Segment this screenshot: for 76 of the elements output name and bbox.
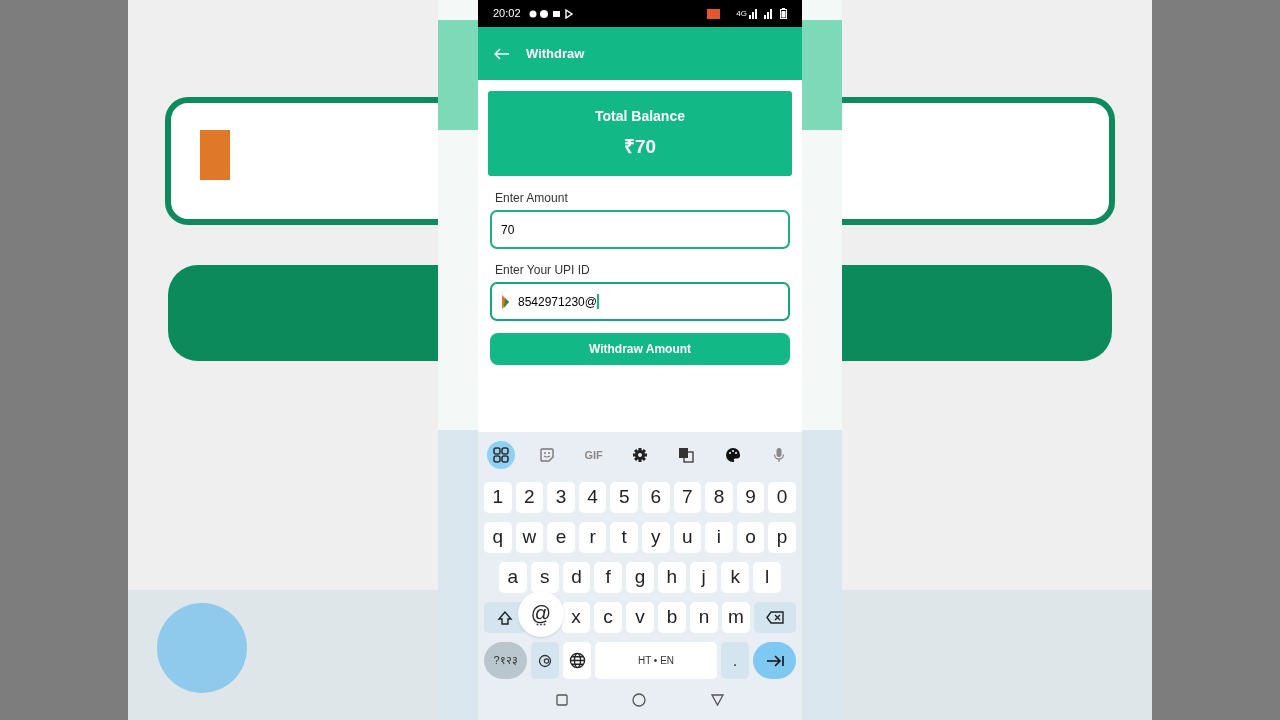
- keyboard-key[interactable]: n: [690, 602, 718, 633]
- translate-icon: [678, 447, 695, 463]
- microphone-icon: [772, 447, 785, 463]
- notification-icons: [528, 8, 575, 19]
- keyboard-key[interactable]: f: [594, 562, 623, 593]
- keyboard-tool[interactable]: [487, 441, 515, 469]
- keyboard-key[interactable]: j: [689, 562, 718, 593]
- keyboard-key[interactable]: s: [530, 562, 559, 593]
- keyboard-key[interactable]: 4: [578, 482, 607, 513]
- next-key[interactable]: [753, 642, 796, 679]
- keyboard-key[interactable]: l: [753, 562, 782, 593]
- palette-icon: [724, 447, 741, 463]
- more-dots-icon: [536, 622, 546, 626]
- tab-arrow-icon: [765, 654, 784, 667]
- keyboard-key[interactable]: m: [722, 602, 750, 633]
- keyboard-key[interactable]: 3: [547, 482, 575, 513]
- keyboard-key[interactable]: o: [736, 522, 765, 553]
- back-icon[interactable]: [710, 693, 724, 706]
- keyboard-key[interactable]: w: [515, 522, 544, 553]
- backspace-key[interactable]: [754, 602, 796, 633]
- language-key[interactable]: [563, 642, 591, 679]
- network-type: 4G: [736, 7, 747, 20]
- home-icon[interactable]: [632, 692, 647, 707]
- balance-label: Total Balance: [595, 106, 685, 126]
- shift-icon: [497, 609, 513, 626]
- battery-icon: [780, 8, 787, 19]
- keyboard-key[interactable]: 5: [610, 482, 638, 513]
- emoji-key[interactable]: [531, 642, 559, 679]
- keyboard-key[interactable]: d: [562, 562, 591, 593]
- cast-icon: [706, 8, 721, 19]
- keyboard-key[interactable]: 6: [641, 482, 670, 513]
- space-key[interactable]: HT • EN: [595, 642, 717, 679]
- sticker-icon: [539, 447, 556, 463]
- keyboard-key[interactable]: b: [658, 602, 686, 633]
- keyboard-key[interactable]: k: [721, 562, 750, 593]
- text-cursor: [596, 294, 599, 309]
- settings-icon: [632, 447, 648, 463]
- keyboard-key[interactable]: 0: [768, 482, 796, 513]
- keyboard-key[interactable]: 7: [673, 482, 702, 513]
- field-label: Enter Your UPI ID: [495, 262, 591, 279]
- keyboard-key[interactable]: 2: [515, 482, 544, 513]
- keyboard-key[interactable]: i: [705, 522, 733, 553]
- keyboard-key[interactable]: v: [626, 602, 654, 633]
- keyboard-key[interactable]: 9: [736, 482, 765, 513]
- backspace-icon: [766, 611, 784, 624]
- symbols-key[interactable]: ?१२३: [484, 642, 527, 679]
- keyboard-key[interactable]: t: [610, 522, 638, 553]
- keyboard-key[interactable]: q: [484, 522, 512, 553]
- upi-logo-icon: [501, 294, 510, 309]
- period-key[interactable]: .: [721, 642, 749, 679]
- keyboard-key[interactable]: g: [626, 562, 654, 593]
- keyboard-key[interactable]: r: [578, 522, 607, 553]
- input-field[interactable]: 8542971230@: [490, 282, 790, 321]
- emoji-icon: [538, 653, 552, 668]
- field-label: Enter Amount: [495, 190, 569, 207]
- screen-title: Withdraw: [526, 44, 585, 63]
- keyboard-key[interactable]: y: [641, 522, 670, 553]
- keyboard-key[interactable]: a: [499, 562, 527, 593]
- keyboard-key[interactable]: e: [547, 522, 575, 553]
- field-value: 8542971230@: [518, 293, 597, 311]
- balance-amount: ₹70: [623, 134, 657, 159]
- popup-character: @: [530, 602, 552, 623]
- input-field[interactable]: 70: [490, 210, 790, 249]
- keyboard-key[interactable]: u: [673, 522, 702, 553]
- keyboard-key[interactable]: h: [657, 562, 686, 593]
- keyboard-key[interactable]: 1: [484, 482, 512, 513]
- keyboard-key[interactable]: p: [768, 522, 796, 553]
- grid-icon: [493, 447, 509, 463]
- status-time: 20:02: [493, 6, 521, 22]
- recents-icon[interactable]: [556, 693, 569, 706]
- back-arrow-icon[interactable]: [494, 47, 510, 60]
- keyboard-key[interactable]: c: [594, 602, 622, 633]
- field-value: 70: [501, 221, 515, 239]
- globe-icon: [568, 652, 586, 669]
- keyboard-key[interactable]: x: [562, 602, 590, 633]
- keyboard-key[interactable]: 8: [705, 482, 733, 513]
